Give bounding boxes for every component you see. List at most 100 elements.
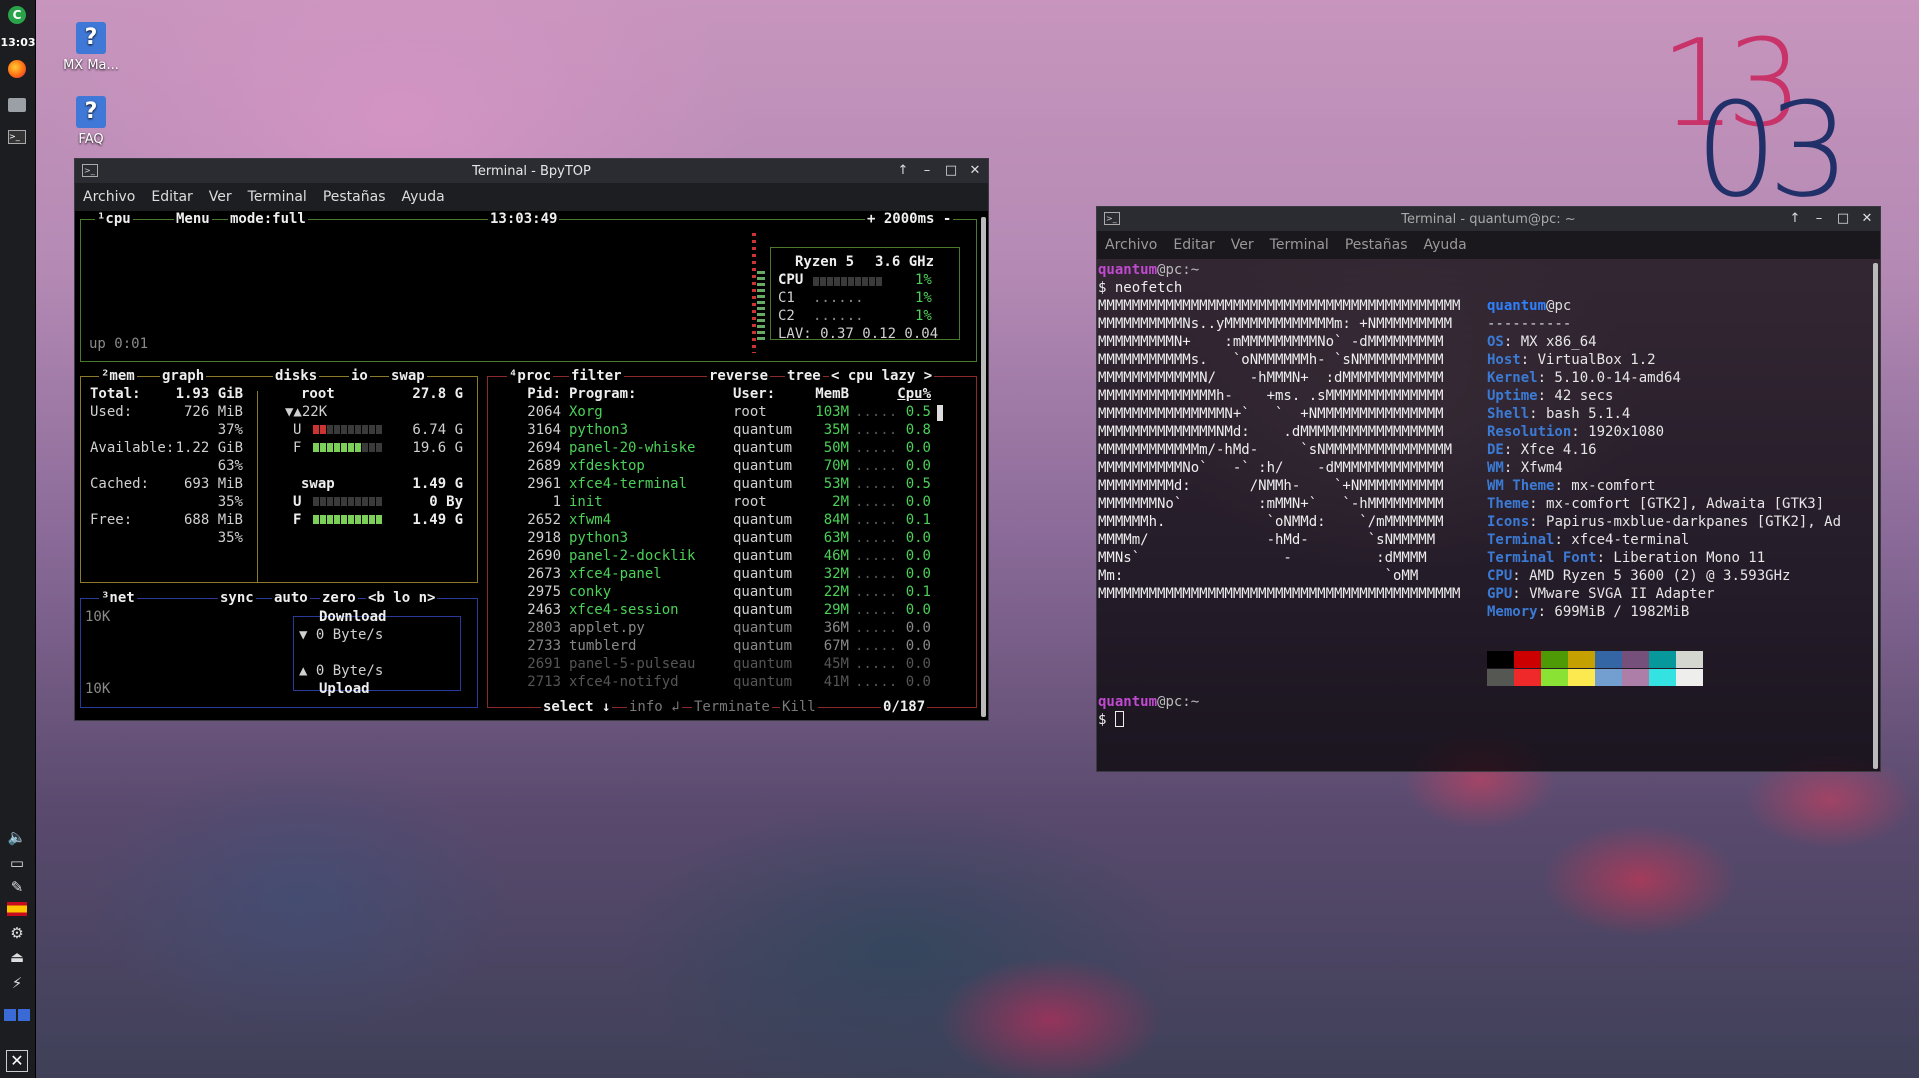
panel-clock[interactable]: 13:03 (0, 36, 36, 49)
keyboard-flag-icon[interactable] (4, 898, 30, 920)
mem-io-toggle[interactable]: io (349, 368, 370, 384)
cpu-clock: 13:03:49 (488, 211, 560, 227)
uptime: up 0:01 (89, 336, 149, 352)
color-swatch (1541, 669, 1568, 686)
proc-tree-toggle[interactable]: tree (785, 368, 823, 384)
proc-info-button[interactable]: info ↲ (627, 699, 682, 715)
menu-terminal[interactable]: Terminal (248, 189, 307, 205)
menu-ver[interactable]: Ver (209, 189, 232, 205)
menu-terminal[interactable]: Terminal (1270, 237, 1329, 253)
power-icon[interactable]: ⚡ (4, 972, 30, 994)
proc-select-button[interactable]: select ↓ (541, 699, 613, 715)
menu-ayuda[interactable]: Ayuda (1424, 237, 1467, 253)
cpu-box-label[interactable]: ¹cpu (95, 211, 133, 227)
window-titlebar[interactable]: >_ Terminal - quantum@pc: ~ ↑ – □ ✕ (1097, 207, 1880, 231)
col-program[interactable]: Program: (569, 385, 636, 403)
desktop-icon-label: MX Ma... (63, 58, 119, 73)
col-pid[interactable]: Pid: (511, 385, 561, 403)
color-swatch (1649, 651, 1676, 668)
neofetch-window[interactable]: >_ Terminal - quantum@pc: ~ ↑ – □ ✕ Arch… (1096, 206, 1881, 772)
clipboard-icon[interactable]: ✎ (4, 876, 30, 898)
mx-menu-icon[interactable]: ✕ (4, 1050, 30, 1072)
maximize-button[interactable]: □ (1834, 210, 1852, 228)
close-button[interactable]: ✕ (1858, 210, 1876, 228)
col-mem[interactable]: MemB (795, 385, 849, 403)
eject-icon[interactable]: ⏏ (4, 946, 30, 968)
col-user[interactable]: User: (733, 385, 775, 403)
net-sync-toggle[interactable]: sync (218, 590, 256, 606)
workspace-switcher[interactable] (4, 1004, 30, 1026)
stick-icon[interactable]: ↑ (1786, 210, 1804, 228)
menu-archivo[interactable]: Archivo (83, 189, 135, 205)
menu-archivo[interactable]: Archivo (1105, 237, 1157, 253)
desktop-icon-mx-manual[interactable]: ? MX Ma... (46, 22, 136, 73)
file-manager-icon[interactable] (4, 94, 30, 116)
info-value: : Papirus-mxblue-darkpanes [GTK2], Ad (1529, 514, 1842, 530)
minimize-button[interactable]: – (918, 162, 936, 180)
window-scrollbar[interactable] (1873, 263, 1878, 769)
col-cpu[interactable]: Cpu% (885, 385, 931, 403)
prompt-input[interactable]: $ (1098, 711, 1124, 729)
update-interval[interactable]: + 2000ms - (865, 211, 954, 227)
proc-sort-selector[interactable]: < cpu lazy > (829, 368, 935, 384)
proc-mem: 35M (823, 422, 849, 438)
swap-free-meter (313, 515, 382, 524)
proc-kill-button[interactable]: Kill (780, 699, 818, 715)
bpytop-window[interactable]: >_ Terminal - BpyTOP ↑ – □ ✕ Archivo Edi… (74, 158, 989, 721)
close-button[interactable]: ✕ (966, 162, 984, 180)
net-zero-toggle[interactable]: zero (320, 590, 358, 606)
network-icon[interactable]: ⚙ (4, 922, 30, 944)
download-rate: ▼ 0 Byte/s (299, 627, 384, 643)
text-cursor (1114, 711, 1124, 727)
net-auto-toggle[interactable]: auto (272, 590, 310, 606)
menu-ayuda[interactable]: Ayuda (402, 189, 445, 205)
window-titlebar[interactable]: >_ Terminal - BpyTOP ↑ – □ ✕ (75, 159, 988, 183)
terminal-area[interactable]: quantum@pc:~ $ neofetch MMMMMMMMMMMMMMMM… (1097, 261, 1875, 771)
info-key: Resolution (1487, 424, 1572, 440)
menu-pestanas[interactable]: Pestañas (1345, 237, 1408, 253)
mem-disks-toggle[interactable]: disks (273, 368, 320, 384)
firefox-icon[interactable] (4, 58, 30, 80)
desktop-icon-faq[interactable]: ? FAQ (46, 96, 136, 147)
proc-terminate-button[interactable]: Terminate (692, 699, 772, 715)
cpu-graph-mark (757, 271, 765, 343)
menu-ver[interactable]: Ver (1231, 237, 1254, 253)
cpu-mode-toggle[interactable]: mode:full (228, 211, 308, 227)
minimize-button[interactable]: – (1810, 210, 1828, 228)
info-key: OS (1487, 334, 1504, 350)
terminal-icon[interactable]: >_ (4, 126, 30, 148)
window-scrollbar[interactable] (981, 217, 986, 717)
command-line: $ neofetch (1098, 280, 1183, 296)
terminal-area[interactable]: ¹cpu Menu mode:full 13:03:49 + 2000ms - … (75, 211, 988, 720)
core-graph: ...... (813, 308, 864, 324)
proc-reverse-toggle[interactable]: reverse (707, 368, 771, 384)
proc-user: quantum (733, 656, 793, 672)
ascii-line: MMMMMMMMMMMs. `oNMMMMMMh- `sNMMMMMMMMMM (1098, 352, 1444, 368)
mem-box-label[interactable]: ²mem (99, 368, 137, 384)
proc-program: python3 (569, 422, 629, 438)
proc-filter[interactable]: filter (569, 368, 624, 384)
proc-user: quantum (733, 602, 793, 618)
net-box-label[interactable]: ³net (99, 590, 137, 606)
cpu-menu-button[interactable]: Menu (174, 211, 212, 227)
prompt-host: @pc:~ (1157, 694, 1200, 710)
maximize-button[interactable]: □ (942, 162, 960, 180)
proc-box-label[interactable]: ⁴proc (507, 368, 554, 384)
volume-icon[interactable]: 🔈 (4, 826, 30, 848)
proc-scrollbar[interactable] (937, 405, 943, 421)
net-interface-selector[interactable]: <b lo n> (366, 590, 438, 606)
mem-value: 693 MiB (183, 476, 243, 492)
mem-graph-toggle[interactable]: graph (160, 368, 207, 384)
display-icon[interactable]: ▭ (4, 852, 30, 874)
menu-editar[interactable]: Editar (1173, 237, 1214, 253)
menu-editar[interactable]: Editar (151, 189, 192, 205)
mem-swap-toggle[interactable]: swap (389, 368, 427, 384)
cpu-meter (813, 277, 882, 286)
info-value: : mx-comfort [GTK2], Adwaita [GTK3] (1529, 496, 1825, 512)
proc-cpu: 0.1 (905, 512, 931, 528)
info-row: Icons: Papirus-mxblue-darkpanes [GTK2], … (1487, 513, 1841, 531)
stick-icon[interactable]: ↑ (894, 162, 912, 180)
mx-updater-icon[interactable]: C (4, 4, 30, 26)
prompt-symbol: $ (1098, 712, 1107, 728)
menu-pestanas[interactable]: Pestañas (323, 189, 386, 205)
